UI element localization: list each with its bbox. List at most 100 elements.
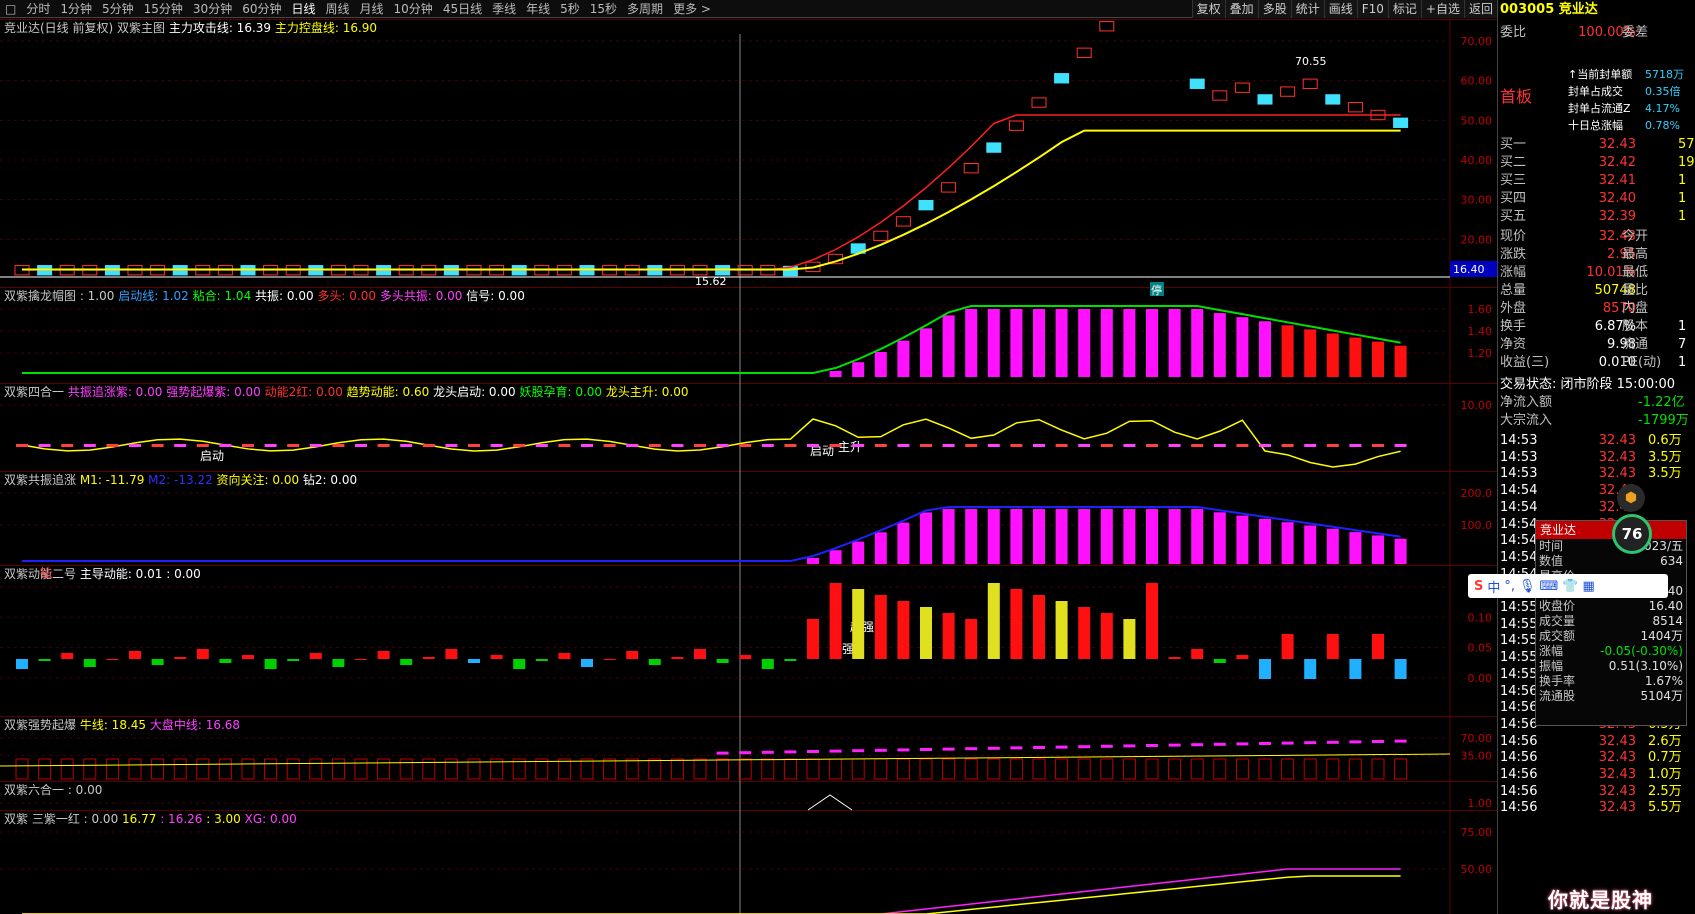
momentum-bar	[1123, 619, 1136, 659]
panel-label: 共振: 0.00	[255, 289, 317, 303]
period-tab[interactable]: 日线	[286, 0, 320, 18]
quote-cell: 32.43	[1598, 750, 1636, 766]
period-tab[interactable]: 30分钟	[188, 0, 237, 18]
quote-cell: 2.6万	[1648, 733, 1682, 749]
bull-mark	[829, 749, 842, 753]
skin-icon[interactable]: 👕	[1562, 579, 1578, 594]
quote-cell: 大宗流入	[1500, 413, 1553, 428]
pulse-mark	[1033, 444, 1045, 447]
panel-title: 双紫动能二号 主导动能: 0.01 : 0.00	[4, 567, 201, 581]
signal-bar	[1304, 329, 1317, 377]
quote-cell: 5718万	[1645, 68, 1684, 81]
tool-button[interactable]: 画线	[1323, 0, 1357, 18]
tool-button[interactable]: 叠加	[1224, 0, 1258, 18]
chart-area[interactable]: 竞业达(日线 前复权) 双紫主图 主力攻击线: 16.39 主力控盘线: 16.…	[0, 19, 1497, 914]
mic-icon[interactable]: 🎙	[1519, 579, 1536, 594]
momentum-bar	[558, 653, 571, 659]
pulse-mark	[558, 444, 571, 447]
period-tab[interactable]: 季线	[487, 0, 521, 18]
signal-bar	[1168, 309, 1181, 377]
candle	[895, 216, 911, 227]
panel-label: 双紫 三紫一红 : 0.00	[4, 811, 122, 826]
bull-mark	[942, 747, 955, 751]
quote-cell: 十日总涨幅	[1568, 119, 1623, 132]
quote-cell: 14:56	[1500, 767, 1538, 782]
resonance-bar	[987, 509, 1000, 564]
punct-icon[interactable]: °,	[1504, 579, 1515, 594]
ime-toolbar[interactable]: S 中 °, 🎙 ⌨ 👕 ▦	[1468, 574, 1668, 598]
signal-bar	[1349, 337, 1362, 377]
keyboard-icon[interactable]: ⌨	[1540, 579, 1559, 594]
period-tab[interactable]: 更多 >	[668, 0, 716, 18]
quote-cell: 1	[1678, 191, 1687, 206]
tick-label: 70.00	[1461, 35, 1493, 48]
momentum-bar	[807, 619, 819, 659]
quote-cell: PE(动)	[1622, 355, 1662, 370]
momentum-bar	[694, 649, 706, 659]
tick-row: 14:56 32.43 2.6万	[1498, 733, 1695, 751]
quote-row: 涨幅 10.01% 最低	[1498, 264, 1695, 282]
period-tab[interactable]: 15分钟	[139, 0, 188, 18]
quote-cell: -1799万	[1638, 413, 1689, 428]
bull-mark	[1281, 741, 1294, 745]
tool-button[interactable]: 复权	[1191, 0, 1225, 18]
panel-label: XG: 0.00	[245, 812, 297, 826]
period-tab[interactable]: 60分钟	[237, 0, 286, 18]
momentum-bar	[242, 655, 254, 659]
quote-cell: 1	[1678, 209, 1687, 224]
popup-row: 成交量 8514	[1536, 614, 1686, 629]
grid-icon[interactable]: ▦	[1583, 579, 1595, 594]
bull-mark	[1033, 746, 1045, 749]
tick-label: 1.60	[1468, 303, 1493, 316]
volume-box	[1394, 758, 1408, 780]
quote-cell: 股本	[1622, 319, 1649, 334]
tool-button[interactable]: +自选	[1420, 0, 1464, 18]
volume-box	[874, 758, 888, 780]
volume-box	[896, 758, 910, 780]
momentum-bar	[852, 589, 865, 659]
period-tab[interactable]: 分时	[21, 0, 55, 18]
momentum-bar	[581, 659, 593, 667]
period-tab[interactable]: 45日线	[438, 0, 487, 18]
shield-icon[interactable]: ⬢	[1617, 484, 1645, 512]
popup-value: 634	[1660, 554, 1683, 568]
popup-key: 数值	[1539, 554, 1564, 568]
home-icon[interactable]: □	[0, 0, 21, 18]
quote-cell: 内盘	[1622, 301, 1649, 316]
tool-button[interactable]: F10	[1356, 0, 1388, 18]
panel-label: : 3.00	[206, 812, 244, 826]
pulse-mark	[1372, 444, 1384, 447]
speed-gauge[interactable]: 76	[1612, 514, 1652, 554]
period-tab[interactable]: 年线	[521, 0, 555, 18]
pulse-mark	[1259, 444, 1271, 447]
quote-cell: 14:54	[1500, 483, 1538, 499]
resonance-bar	[1259, 518, 1271, 564]
pulse-mark	[942, 444, 955, 447]
candle	[918, 199, 934, 211]
info-row: 十日总涨幅 0.78%	[1498, 117, 1695, 135]
momentum-bar	[535, 659, 548, 661]
period-tab[interactable]: 周线	[321, 0, 355, 18]
period-tab[interactable]: 5秒	[555, 0, 585, 18]
quote-cell: 32.39	[1598, 209, 1636, 224]
tool-button[interactable]: 多股	[1257, 0, 1291, 18]
period-tab[interactable]: 10分钟	[389, 0, 438, 18]
period-tab[interactable]: 月线	[355, 0, 389, 18]
ime-lang[interactable]: 中	[1487, 577, 1500, 596]
tool-button[interactable]: 返回	[1463, 0, 1497, 18]
bull-mark	[1168, 743, 1181, 747]
tick-label: 100.0	[1461, 519, 1493, 532]
period-tab[interactable]: 1分钟	[55, 0, 97, 18]
panel-label: 妖股孕育: 0.00	[519, 384, 605, 399]
tool-button[interactable]: 标记	[1387, 0, 1421, 18]
quote-cell: 14:56	[1500, 783, 1538, 799]
momentum-bar	[490, 655, 503, 659]
period-tab[interactable]: 5分钟	[97, 0, 139, 18]
period-tab[interactable]: 15秒	[585, 0, 622, 18]
crosshair-popup[interactable]: 竞业达 时间2023/五数值634最高价最低价16.40收盘价16.40成交量8…	[1535, 520, 1687, 726]
weibi-row: 委比 100.00% 委差	[1498, 24, 1695, 42]
period-tab[interactable]: 多周期	[622, 0, 668, 18]
popup-value: 8514	[1652, 614, 1683, 628]
tick-label: 50.00	[1461, 114, 1493, 127]
tool-button[interactable]: 统计	[1290, 0, 1324, 18]
